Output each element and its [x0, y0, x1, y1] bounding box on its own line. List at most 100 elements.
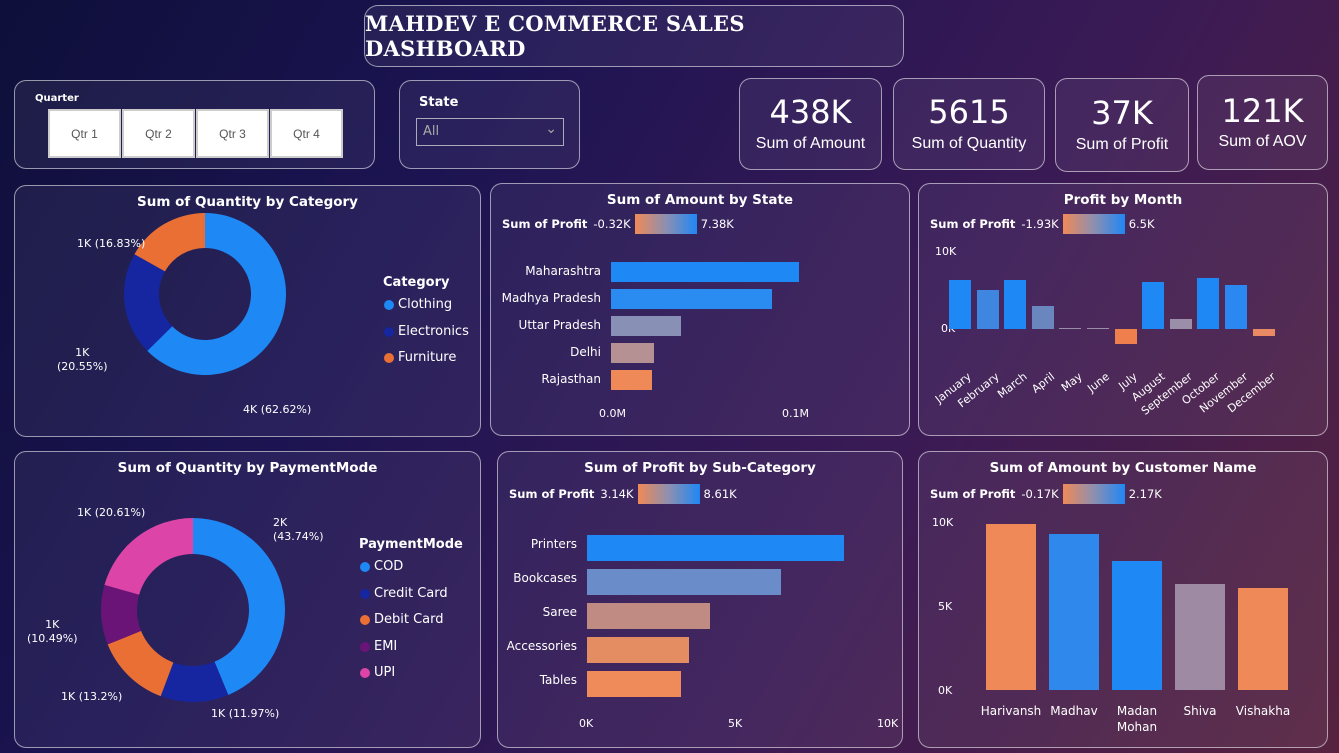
bar-april[interactable] [1031, 306, 1054, 329]
legend-title: Category [383, 275, 450, 290]
legend-item-furniture[interactable]: Furniture [384, 350, 456, 365]
y-tick-label: 10K [932, 516, 954, 529]
quarter-button-q3[interactable]: Qtr 3 [196, 109, 269, 158]
bar-maharashtra[interactable] [611, 262, 799, 282]
bar-delhi[interactable] [611, 343, 654, 363]
donut-label-cod: 2K (43.74%) [273, 516, 324, 544]
panel-profit-by-month: Profit by Month Sum of Profit -1.93K 6.5… [918, 183, 1328, 436]
legend-item-clothing[interactable]: Clothing [384, 297, 452, 312]
bar-september[interactable] [1169, 318, 1192, 329]
legend-item-electronics[interactable]: Electronics [384, 324, 469, 339]
x-tick-label: 0.1M [782, 407, 809, 420]
legend-item-credit-card[interactable]: Credit Card [360, 586, 448, 601]
panel-profit-by-subcategory: Sum of Profit by Sub-Category Sum of Pro… [497, 451, 903, 748]
bar-madhya-pradesh[interactable] [611, 289, 773, 309]
bar-category-label: Printers [530, 537, 577, 551]
bar-category-label: Maharashtra [525, 264, 601, 278]
bar-february[interactable] [976, 289, 999, 329]
bar-category-label: Rajasthan [541, 372, 601, 386]
category-donut-chart [124, 213, 286, 375]
color-legend-label: Sum of Profit [502, 217, 588, 231]
bar-madhav[interactable] [1049, 533, 1099, 690]
bar-august[interactable] [1142, 281, 1165, 329]
bar-category-label: Bookcases [513, 571, 577, 585]
bar-tables[interactable] [587, 671, 681, 697]
kpi-label: Sum of Amount [755, 134, 866, 152]
panel-quantity-by-paymentmode: Sum of Quantity by PaymentMode 2K (43.74… [14, 451, 481, 748]
kpi-value: 5615 [928, 93, 1010, 132]
donut-label-electronics: 1K (20.55%) [57, 346, 108, 374]
legend-label: EMI [374, 639, 398, 654]
donut-slice-upi[interactable] [104, 518, 193, 595]
legend-label: Debit Card [374, 612, 444, 627]
state-slicer: State All ⌄ [399, 80, 580, 169]
kpi-value: 438K [769, 93, 852, 132]
legend-item-cod[interactable]: COD [360, 559, 403, 574]
legend-dot [384, 326, 394, 337]
y-tick-label: 0K [938, 684, 953, 697]
bar-october[interactable] [1197, 277, 1220, 329]
bar-accessories[interactable] [587, 637, 689, 663]
legend-item-debit-card[interactable]: Debit Card [360, 612, 444, 627]
donut-label-debit-card: 1K (13.2%) [61, 690, 123, 703]
legend-label: Furniture [398, 350, 457, 365]
bar-july[interactable] [1114, 329, 1137, 344]
bar-uttar-pradesh[interactable] [611, 316, 681, 336]
bar-category-label: Madhya Pradesh [501, 291, 601, 305]
bar-saree[interactable] [587, 603, 710, 629]
donut-slice-debit-card[interactable] [107, 630, 174, 697]
bar-madan-mohan[interactable] [1112, 560, 1162, 690]
bar-january[interactable] [949, 280, 971, 329]
color-legend-max: 8.61K [703, 487, 737, 501]
color-legend-min: -1.93K [1021, 217, 1059, 231]
legend-item-upi[interactable]: UPI [360, 665, 395, 680]
bar-printers[interactable] [587, 535, 845, 561]
bar-march[interactable] [1004, 280, 1027, 329]
color-legend-min: 3.14K [600, 487, 634, 501]
state-dropdown[interactable]: All ⌄ [416, 118, 564, 146]
bar-vishakha[interactable] [1238, 587, 1288, 690]
chart-title: Sum of Amount by State [606, 192, 794, 208]
bar-rajasthan[interactable] [611, 370, 653, 390]
bar-bookcases[interactable] [587, 569, 782, 595]
gradient-bar [634, 214, 697, 234]
state-slicer-label: State [419, 95, 459, 110]
quarter-button-q1[interactable]: Qtr 1 [48, 109, 121, 158]
legend-label: COD [374, 559, 404, 574]
bar-november[interactable] [1225, 284, 1247, 329]
bar-category-label: Delhi [570, 345, 601, 359]
x-tick-label: 0.0M [599, 407, 626, 420]
x-tick-label: March [994, 370, 1030, 401]
x-tick-label: 10K [877, 717, 899, 730]
legend-dot [384, 352, 394, 363]
bar-shiva[interactable] [1175, 584, 1225, 690]
quarter-button-q4[interactable]: Qtr 4 [270, 109, 343, 158]
panel-amount-by-customer: Sum of Amount by Customer Name Sum of Pr… [918, 451, 1328, 748]
color-legend-label: Sum of Profit [509, 487, 595, 501]
bar-may[interactable] [1059, 328, 1082, 329]
bar-harivansh[interactable] [986, 523, 1036, 690]
kpi-label: Sum of Profit [1075, 135, 1169, 153]
legend-label: Credit Card [374, 586, 448, 601]
bar-december[interactable] [1252, 329, 1275, 337]
state-dropdown-value: All [423, 124, 440, 139]
color-legend-max: 6.5K [1128, 217, 1155, 231]
kpi-label: Sum of AOV [1218, 133, 1307, 151]
legend-dot [360, 614, 370, 625]
legend-dot [360, 588, 370, 599]
kpi-card-aov: 121K Sum of AOV [1197, 75, 1328, 170]
x-tick-label: 5K [728, 717, 743, 730]
donut-label-upi: 1K (20.61%) [77, 506, 146, 519]
bar-category-label: Uttar Pradesh [518, 318, 601, 332]
donut-label-credit-card: 1K (11.97%) [211, 707, 280, 720]
legend-item-emi[interactable]: EMI [360, 639, 397, 654]
y-tick-label: 5K [938, 600, 953, 613]
quarter-slicer: Quarter Qtr 1 Qtr 2 Qtr 3 Qtr 4 [14, 80, 375, 169]
kpi-card-quantity: 5615 Sum of Quantity [893, 78, 1045, 170]
quarter-button-q2[interactable]: Qtr 2 [122, 109, 195, 158]
bar-june[interactable] [1087, 328, 1109, 329]
kpi-value: 37K [1091, 94, 1153, 133]
legend-title: PaymentMode [359, 537, 463, 552]
profit-color-legend: Sum of Profit 3.14K 8.61K [509, 484, 737, 504]
gradient-bar [1062, 484, 1125, 504]
